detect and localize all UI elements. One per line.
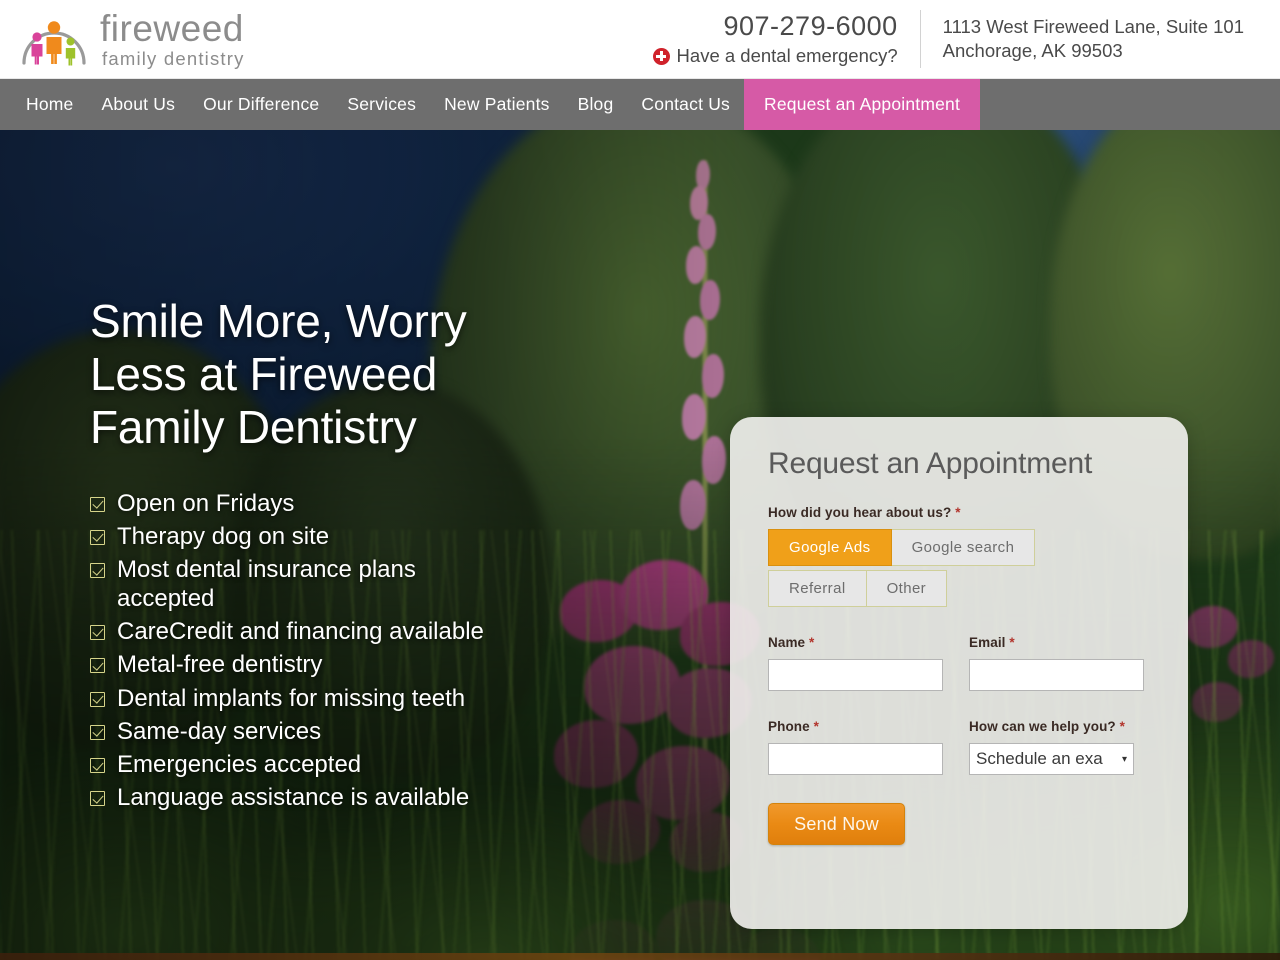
list-item: Therapy dog on site xyxy=(90,523,690,551)
list-item: CareCredit and financing available xyxy=(90,618,690,646)
address-block: 1113 West Fireweed Lane, Suite 101 Ancho… xyxy=(921,15,1244,62)
checkbox-checked-icon xyxy=(90,563,105,579)
list-item-label: Language assistance is available xyxy=(117,784,470,812)
form-row-phone-help: Phone * How can we help you? * Schedule … xyxy=(768,719,1150,775)
header-contact-block: 907-279-6000 Have a dental emergency? 11… xyxy=(652,10,1244,68)
checkbox-checked-icon xyxy=(90,529,105,545)
source-option-other[interactable]: Other xyxy=(866,570,948,607)
required-asterisk: * xyxy=(809,635,815,650)
checkbox-checked-icon xyxy=(90,658,105,674)
nav-item-about-us[interactable]: About Us xyxy=(87,79,189,130)
nav-item-blog[interactable]: Blog xyxy=(564,79,628,130)
help-select-value: Schedule an exa xyxy=(976,749,1103,768)
name-label: Name * xyxy=(768,635,943,650)
main-navigation: Home About Us Our Difference Services Ne… xyxy=(0,79,1280,130)
nav-item-new-patients[interactable]: New Patients xyxy=(430,79,564,130)
nav-item-request-an-appointment[interactable]: Request an Appointment xyxy=(743,79,981,130)
appointment-request-form: Request an Appointment How did you hear … xyxy=(730,417,1188,929)
red-plus-icon xyxy=(652,47,670,65)
name-label-text: Name xyxy=(768,635,806,650)
nav-item-services[interactable]: Services xyxy=(333,79,430,130)
emergency-link[interactable]: Have a dental emergency? xyxy=(652,45,898,67)
required-asterisk: * xyxy=(955,505,961,520)
help-label: How can we help you? * xyxy=(969,719,1144,734)
list-item-label: Most dental insurance plans accepted xyxy=(117,556,416,612)
source-option-google-ads[interactable]: Google Ads xyxy=(768,529,892,566)
brand-name: fireweed xyxy=(100,7,244,49)
family-arc-logo-icon xyxy=(18,7,90,71)
phone-label-text: Phone xyxy=(768,719,810,734)
list-item: Language assistance is available xyxy=(90,784,690,812)
list-item: Open on Fridays xyxy=(90,490,690,518)
phone-label: Phone * xyxy=(768,719,943,734)
nav-item-contact-us[interactable]: Contact Us xyxy=(627,79,744,130)
checkbox-checked-icon xyxy=(90,758,105,774)
source-question-label: How did you hear about us? * xyxy=(768,505,1150,520)
checkbox-checked-icon xyxy=(90,691,105,707)
list-item-label: Open on Fridays xyxy=(117,489,295,517)
phone-number[interactable]: 907-279-6000 xyxy=(653,11,898,42)
phone-field-group: Phone * xyxy=(768,719,943,775)
email-label-text: Email xyxy=(969,635,1006,650)
checkbox-checked-icon xyxy=(90,496,105,512)
address-line-1: 1113 West Fireweed Lane, Suite 101 xyxy=(942,16,1244,38)
send-now-button[interactable]: Send Now xyxy=(768,803,905,845)
source-option-google-search[interactable]: Google search xyxy=(891,529,1036,566)
nav-item-our-difference[interactable]: Our Difference xyxy=(189,79,333,130)
required-asterisk: * xyxy=(813,719,819,734)
brand-wordmark: fireweed family dentistry xyxy=(100,10,245,69)
list-item: Most dental insurance plans accepted xyxy=(90,556,690,613)
checkbox-checked-icon xyxy=(90,791,105,807)
help-field-group: How can we help you? * Schedule an exa ▾ xyxy=(969,719,1144,775)
nav-item-home[interactable]: Home xyxy=(12,79,87,130)
source-option-referral[interactable]: Referral xyxy=(768,570,867,607)
list-item: Dental implants for missing teeth xyxy=(90,685,690,713)
site-header: fireweed family dentistry 907-279-6000 H… xyxy=(0,0,1280,79)
hero-headline: Smile More, Worry Less at Fireweed Famil… xyxy=(90,295,467,453)
list-item: Metal-free dentistry xyxy=(90,651,690,679)
phone-block: 907-279-6000 Have a dental emergency? xyxy=(652,11,920,67)
hero-bottom-strip xyxy=(0,953,1280,960)
list-item-label: Same-day services xyxy=(117,717,322,745)
form-title: Request an Appointment xyxy=(768,447,1093,480)
list-item: Same-day services xyxy=(90,718,690,746)
form-row-name-email: Name * Email * xyxy=(768,635,1150,691)
email-input[interactable] xyxy=(969,659,1144,691)
hero-feature-list: Open on Fridays Therapy dog on site Most… xyxy=(90,490,690,813)
chevron-down-icon: ▾ xyxy=(1121,753,1127,765)
list-item-label: Therapy dog on site xyxy=(117,522,330,550)
list-item-label: Metal-free dentistry xyxy=(117,651,323,679)
help-label-text: How can we help you? xyxy=(969,719,1116,734)
checkbox-checked-icon xyxy=(90,624,105,640)
list-item-label: CareCredit and financing available xyxy=(117,617,484,645)
address-line-2: Anchorage, AK 99503 xyxy=(942,40,1123,61)
hero-section: Smile More, Worry Less at Fireweed Famil… xyxy=(0,130,1280,960)
required-asterisk: * xyxy=(1009,635,1015,650)
email-label: Email * xyxy=(969,635,1144,650)
list-item-label: Emergencies accepted xyxy=(117,751,362,779)
phone-input[interactable] xyxy=(768,743,943,775)
hero-content: Smile More, Worry Less at Fireweed Famil… xyxy=(90,295,690,818)
email-field-group: Email * xyxy=(969,635,1144,691)
name-field-group: Name * xyxy=(768,635,943,691)
help-select[interactable]: Schedule an exa ▾ xyxy=(969,743,1134,775)
checkbox-checked-icon xyxy=(90,724,105,740)
source-question-text: How did you hear about us? xyxy=(768,505,952,520)
source-options-row-1: Google Ads Google search xyxy=(768,529,1150,566)
list-item: Emergencies accepted xyxy=(90,751,690,779)
list-item-label: Dental implants for missing teeth xyxy=(117,684,466,712)
required-asterisk: * xyxy=(1119,719,1125,734)
source-options-row-2: Referral Other xyxy=(768,570,1150,607)
emergency-label: Have a dental emergency? xyxy=(676,45,898,66)
logo[interactable]: fireweed family dentistry xyxy=(18,7,245,71)
brand-tagline: family dentistry xyxy=(102,47,245,69)
name-input[interactable] xyxy=(768,659,943,691)
